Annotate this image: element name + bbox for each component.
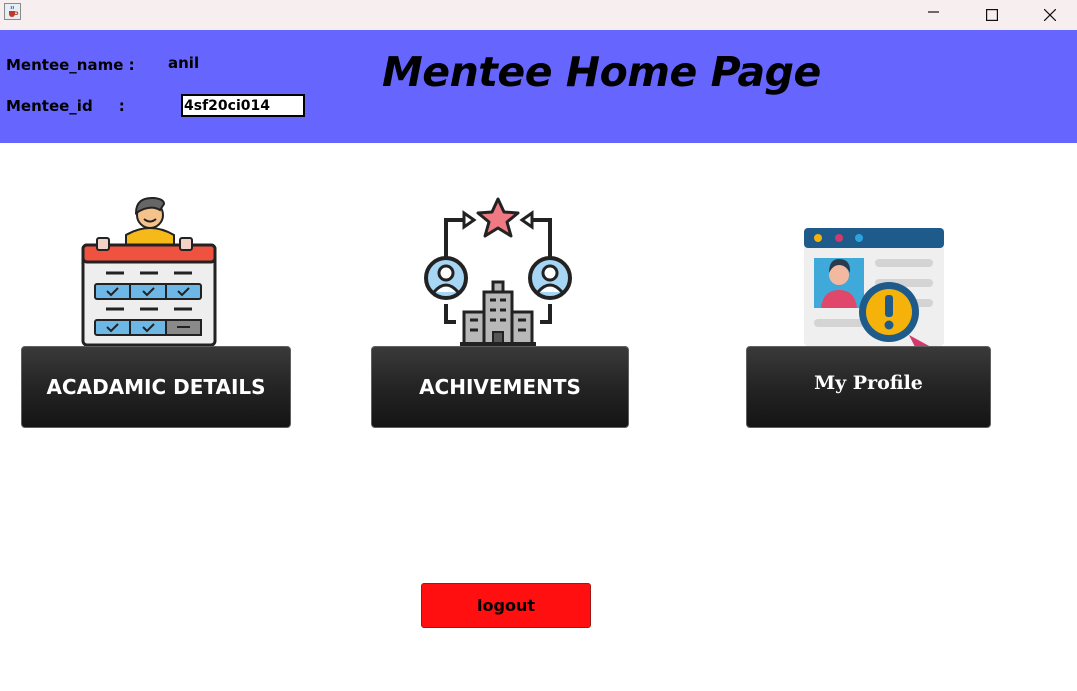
maximize-button[interactable]: [969, 0, 1015, 30]
achievements-label: ACHIVEMENTS: [419, 375, 581, 399]
mentee-id-field[interactable]: [181, 94, 305, 117]
header-banner: Mentee_name : anil Mentee_id : Mentee Ho…: [0, 30, 1077, 143]
achievements-button[interactable]: ACHIVEMENTS: [371, 346, 629, 428]
mentee-id-label: Mentee_id :: [6, 97, 125, 115]
mentee-name-label: Mentee_name :: [6, 56, 135, 74]
minimize-icon: [928, 11, 939, 13]
logout-button[interactable]: logout: [421, 583, 591, 628]
maximize-icon: [986, 9, 998, 21]
achievements-icon: [424, 197, 572, 346]
academic-details-button[interactable]: ACADAMIC DETAILS: [21, 346, 291, 428]
my-profile-label: My Profile: [814, 372, 923, 394]
mentee-name-value: anil: [168, 54, 200, 72]
my-profile-button[interactable]: My Profile: [746, 346, 991, 428]
academic-details-icon: [81, 196, 217, 347]
java-cup-icon: [4, 3, 21, 20]
close-button[interactable]: [1027, 0, 1073, 30]
academic-details-label: ACADAMIC DETAILS: [46, 375, 266, 399]
minimize-button[interactable]: [911, 0, 957, 30]
profile-icon: [804, 228, 944, 347]
page-title: Mentee Home Page: [382, 48, 821, 96]
close-icon: [1044, 9, 1056, 21]
title-bar: [0, 0, 1077, 30]
